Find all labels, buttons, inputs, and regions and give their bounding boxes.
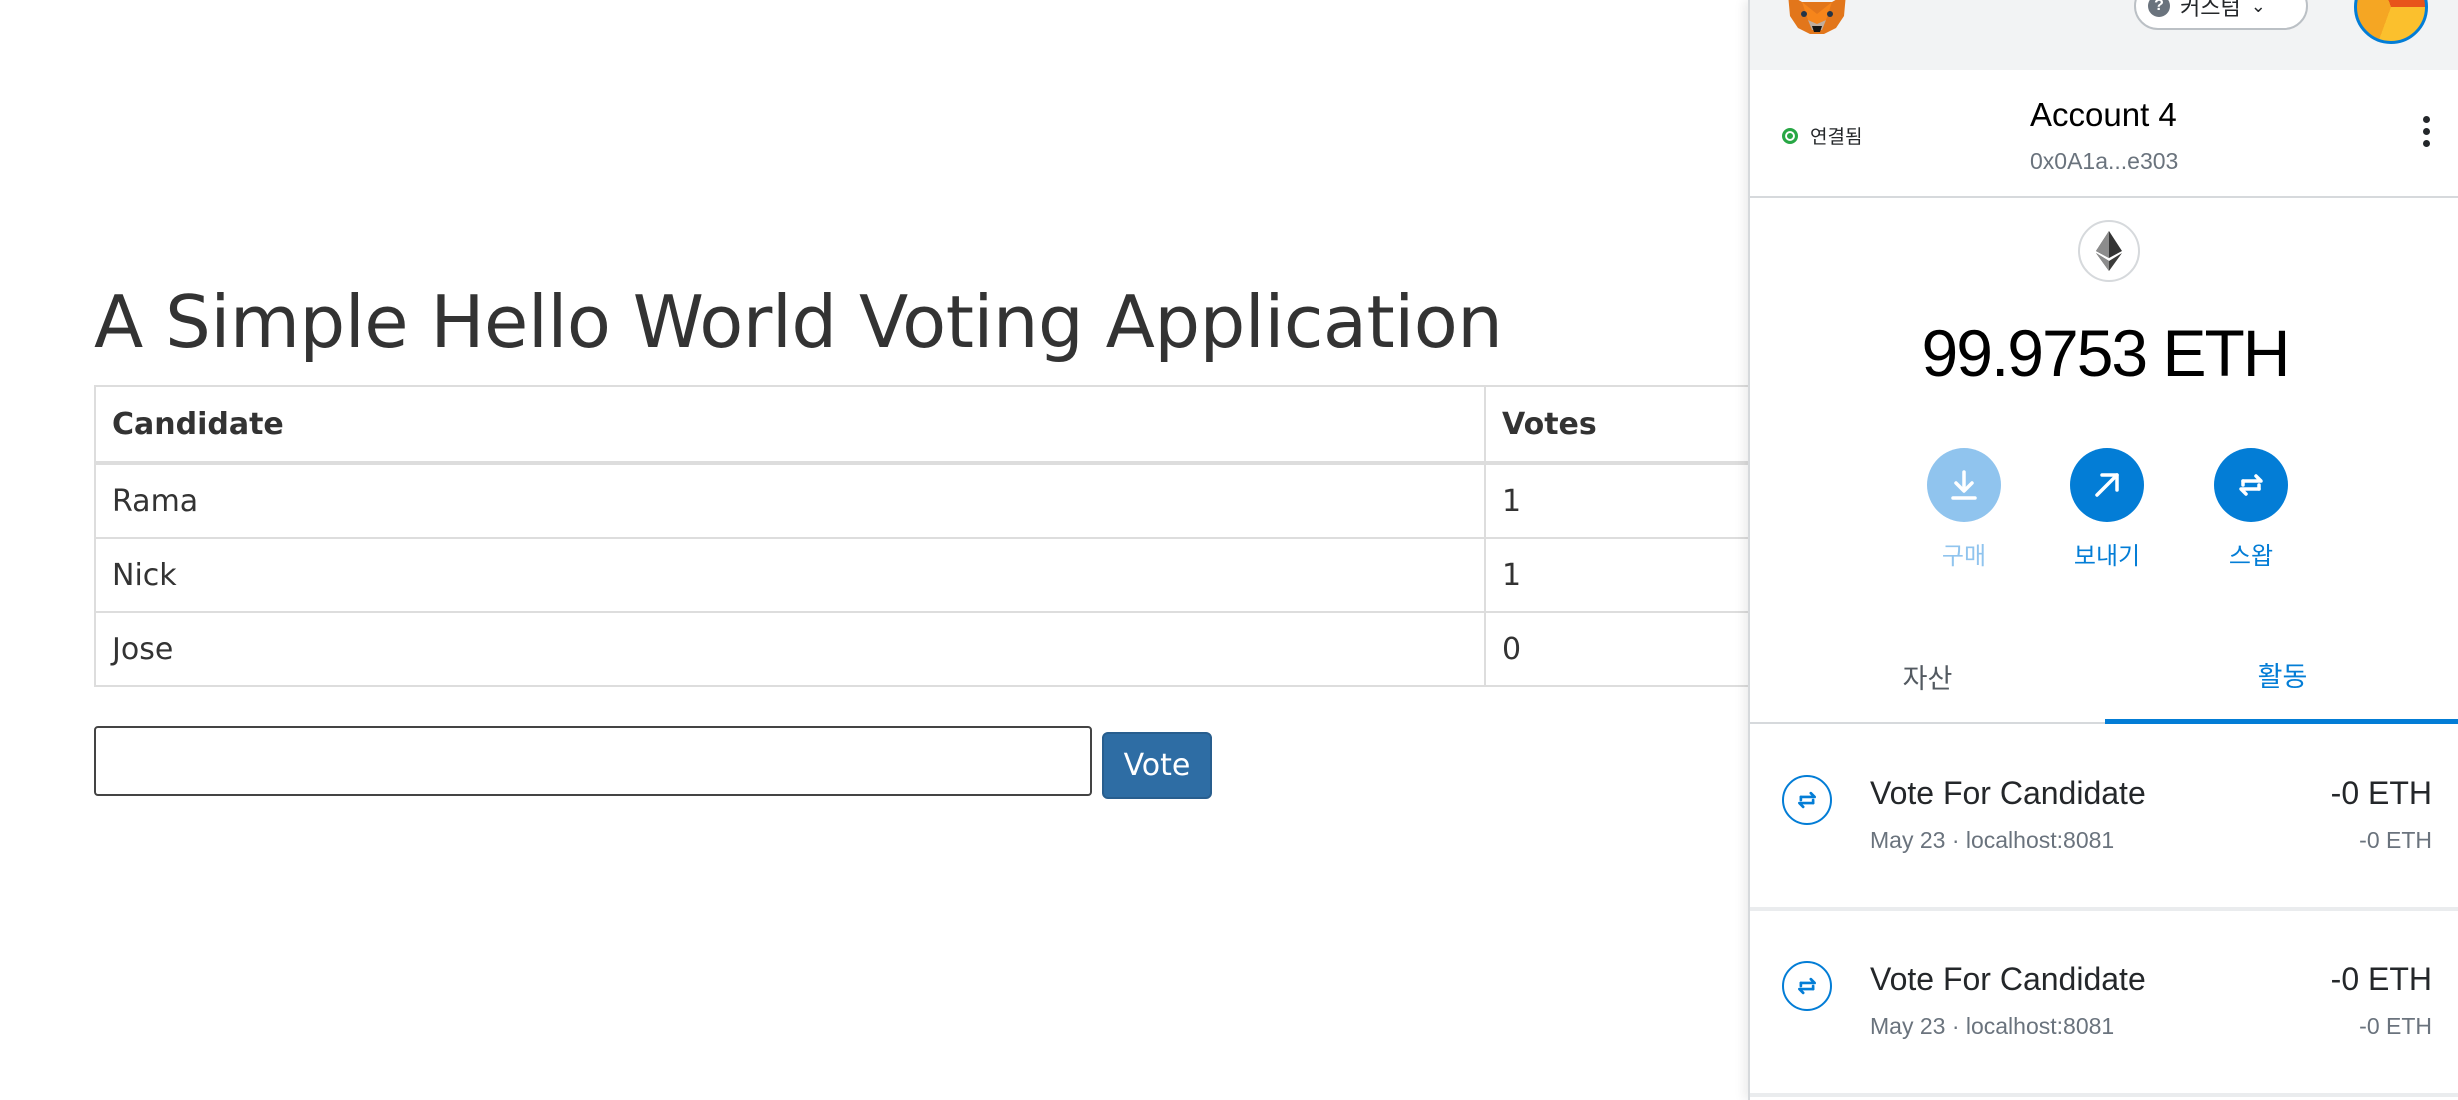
transaction-amount: -0 ETH	[2330, 961, 2432, 997]
swap-icon	[1782, 961, 1832, 1011]
tab-assets[interactable]: 자산	[1750, 630, 2105, 724]
send-label: 보내기	[2073, 543, 2141, 570]
swap-icon	[1782, 775, 1832, 825]
swap-label: 스왑	[2228, 543, 2274, 570]
candidate-name: Nick	[94, 537, 1486, 613]
ethereum-icon	[2078, 220, 2140, 282]
connection-status[interactable]: 연결됨	[1782, 122, 1862, 149]
vote-count: 1	[1484, 537, 1754, 613]
transaction-item[interactable]: Vote For Candidate May 23 · localhost:80…	[1750, 725, 2458, 911]
swap-button[interactable]: 스왑	[2196, 448, 2306, 571]
candidate-name: Jose	[94, 611, 1486, 687]
metamask-fox-logo-icon	[1788, 0, 1846, 34]
transaction-title: Vote For Candidate	[1870, 961, 2146, 997]
account-name[interactable]: Account 4	[2030, 96, 2177, 134]
connection-status-label: 연결됨	[1810, 127, 1863, 148]
transaction-secondary-amount: -0 ETH	[2359, 1013, 2432, 1039]
table-header-row: Candidate Votes	[94, 385, 1754, 465]
balance-amount: 99.9753 ETH	[1921, 316, 2291, 390]
vote-button[interactable]: Vote	[1102, 732, 1212, 799]
vote-count: 0	[1484, 611, 1754, 687]
send-button[interactable]: 보내기	[2052, 448, 2162, 571]
page-title: A Simple Hello World Voting Application	[94, 280, 1503, 364]
account-address[interactable]: 0x0A1a...e303	[2030, 148, 2178, 175]
vote-count: 1	[1484, 462, 1754, 539]
download-icon	[1927, 448, 2001, 522]
connected-dot-icon	[1782, 127, 1798, 144]
account-avatar[interactable]	[2354, 0, 2428, 44]
transaction-item[interactable]: Vote For Candidate May 23 · localhost:80…	[1750, 911, 2458, 1097]
votes-table: Candidate Votes Rama 1 Nick 1 Jose 0	[94, 385, 1754, 687]
network-label: 커스텀	[2180, 0, 2241, 20]
buy-label: 구매	[1941, 543, 1987, 570]
table-row: Rama 1	[94, 462, 1754, 539]
candidate-input[interactable]	[94, 726, 1092, 796]
transaction-title: Vote For Candidate	[1870, 775, 2146, 811]
metamask-topbar: ? 커스텀 ⌄	[1750, 0, 2458, 70]
tab-activity[interactable]: 활동	[2105, 630, 2458, 724]
transaction-secondary-amount: -0 ETH	[2359, 827, 2432, 853]
table-row: Nick 1	[94, 537, 1754, 613]
arrow-up-right-icon	[2070, 448, 2144, 522]
swap-icon	[2214, 448, 2288, 522]
help-icon: ?	[2148, 0, 2170, 17]
column-header-votes: Votes	[1484, 385, 1754, 465]
transaction-amount: -0 ETH	[2330, 775, 2432, 811]
account-options-kebab-icon[interactable]	[2420, 116, 2432, 147]
candidate-name: Rama	[94, 462, 1486, 539]
column-header-candidate: Candidate	[94, 385, 1486, 465]
network-selector[interactable]: ? 커스텀 ⌄	[2134, 0, 2308, 30]
divider	[1750, 196, 2458, 198]
buy-button[interactable]: 구매	[1909, 448, 2019, 571]
chevron-down-icon: ⌄	[2250, 0, 2266, 16]
transaction-meta: May 23 · localhost:8081	[1870, 1013, 2115, 1039]
table-row: Jose 0	[94, 611, 1754, 687]
metamask-popup: ? 커스텀 ⌄ 연결됨 Account 4 0x0A1a...e303 99.9…	[1748, 0, 2458, 1100]
transaction-meta: May 23 · localhost:8081	[1870, 827, 2115, 853]
